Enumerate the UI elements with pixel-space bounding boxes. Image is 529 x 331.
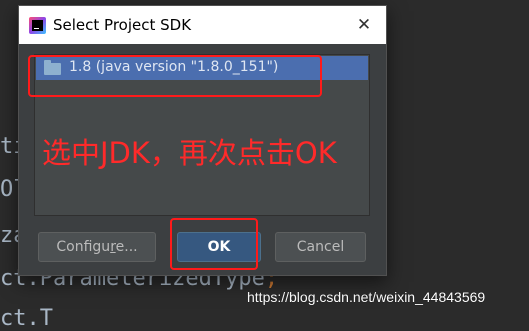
dialog-titlebar[interactable]: Select Project SDK ✕	[19, 6, 386, 44]
dialog-title: Select Project SDK	[53, 16, 192, 34]
cancel-button[interactable]: Cancel	[275, 232, 366, 262]
watermark: https://blog.csdn.net/weixin_44843569	[247, 289, 486, 305]
code-line-5: ct.T	[0, 306, 53, 331]
close-icon[interactable]: ✕	[354, 15, 374, 35]
ok-highlight-box	[170, 218, 258, 270]
intellij-idea-icon	[29, 17, 46, 34]
configure-button[interactable]: Configure...	[38, 232, 156, 262]
sdk-highlight-box	[28, 55, 322, 97]
annotation-text: 选中JDK，再次点击OK	[42, 136, 337, 170]
